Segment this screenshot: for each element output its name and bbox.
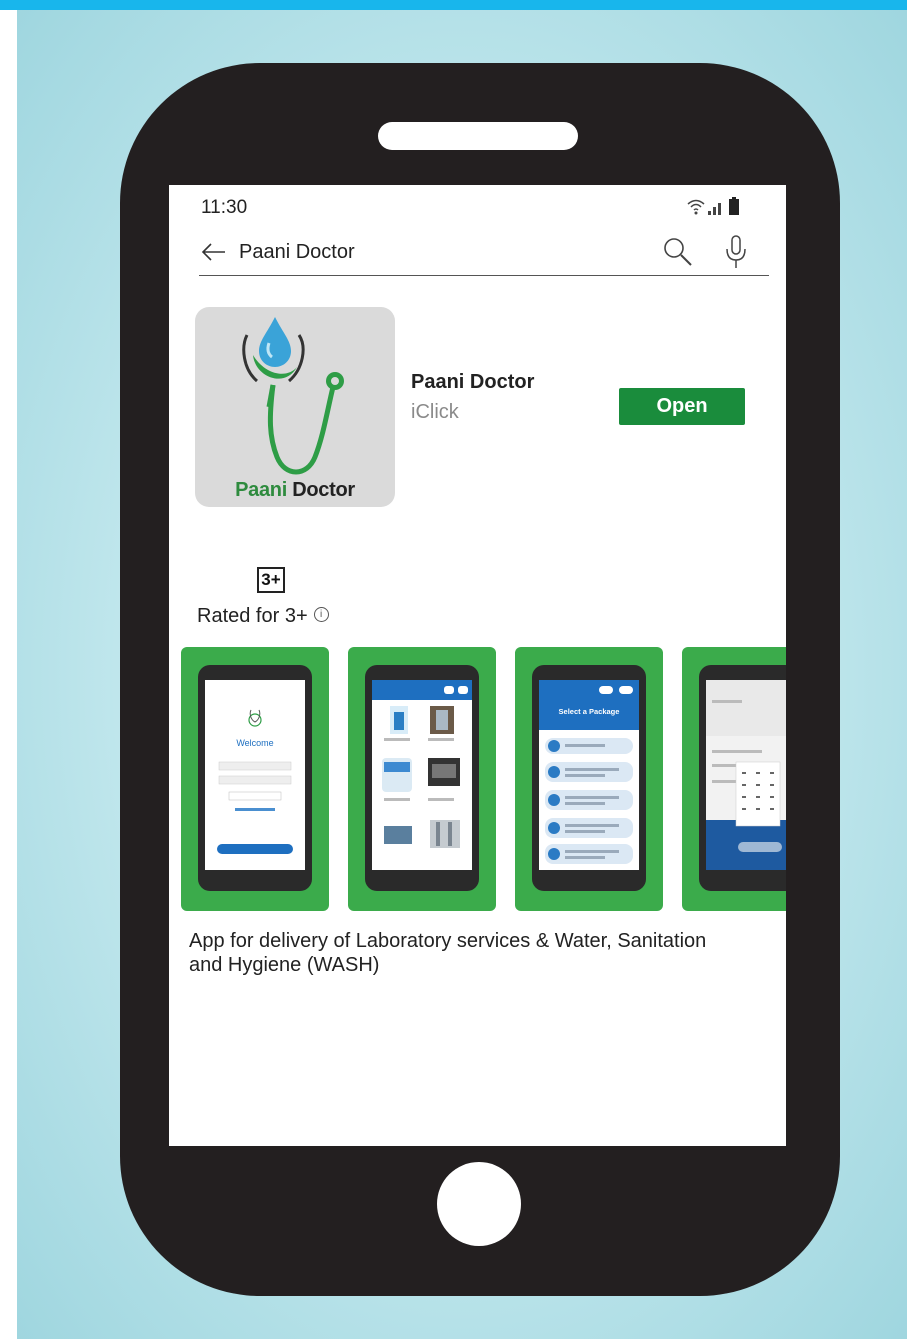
- app-name[interactable]: Paani Doctor: [411, 371, 534, 394]
- screenshot-welcome-title: Welcome: [236, 738, 273, 748]
- screenshot-phone: [699, 665, 786, 891]
- products-screen-illustration: [372, 680, 472, 848]
- screenshot-3[interactable]: Select a Package: [515, 647, 663, 911]
- screenshot-carousel[interactable]: Welcome Select a Package: [181, 647, 786, 911]
- screenshot-1[interactable]: Welcome: [181, 647, 329, 911]
- back-arrow-icon[interactable]: [199, 239, 227, 265]
- info-icon[interactable]: i: [313, 607, 329, 623]
- status-icons: [687, 197, 739, 215]
- phone-screen: 11:30 Paani Doctor Paani Doctor Paani Do…: [169, 185, 786, 1146]
- top-accent-bar: [0, 0, 907, 10]
- calendar-screen-illustration: [706, 680, 786, 870]
- screenshot-phone: Select a Package: [532, 665, 646, 891]
- rating-badge: 3+: [257, 567, 285, 593]
- screenshot-4[interactable]: [682, 647, 786, 911]
- app-description: App for delivery of Laboratory services …: [189, 930, 707, 976]
- app-developer[interactable]: iClick: [411, 401, 459, 424]
- screenshot-phone: Welcome: [198, 665, 312, 891]
- search-bar[interactable]: Paani Doctor: [199, 231, 769, 276]
- battery-icon: [729, 197, 739, 215]
- search-query[interactable]: Paani Doctor: [239, 241, 355, 264]
- screenshot-screen: [706, 680, 786, 870]
- phone-speaker: [378, 122, 578, 150]
- screenshot-screen: Select a Package: [539, 680, 639, 870]
- wifi-icon: [687, 199, 705, 215]
- screenshot-2[interactable]: [348, 647, 496, 911]
- screenshot-screen: [372, 680, 472, 870]
- status-time: 11:30: [201, 197, 248, 218]
- signal-icon: [708, 203, 721, 215]
- app-icon[interactable]: Paani Doctor: [195, 307, 395, 507]
- logo-wordmark: Paani Doctor: [235, 479, 355, 501]
- screenshot-screen: Welcome: [205, 680, 305, 870]
- canvas: 11:30 Paani Doctor Paani Doctor Paani Do…: [0, 0, 907, 1339]
- mic-icon[interactable]: [721, 233, 751, 271]
- screenshot-select-package-title: Select a Package: [559, 707, 620, 716]
- stethoscope-logo-icon: [242, 317, 344, 475]
- package-screen-illustration: Select a Package: [539, 680, 639, 864]
- open-button[interactable]: Open: [619, 388, 745, 425]
- login-screen-illustration: Welcome: [217, 709, 293, 854]
- rating-label: Rated for 3+ i: [197, 605, 329, 628]
- screenshot-phone: [365, 665, 479, 891]
- home-button[interactable]: [437, 1162, 521, 1246]
- search-icon[interactable]: [661, 235, 695, 269]
